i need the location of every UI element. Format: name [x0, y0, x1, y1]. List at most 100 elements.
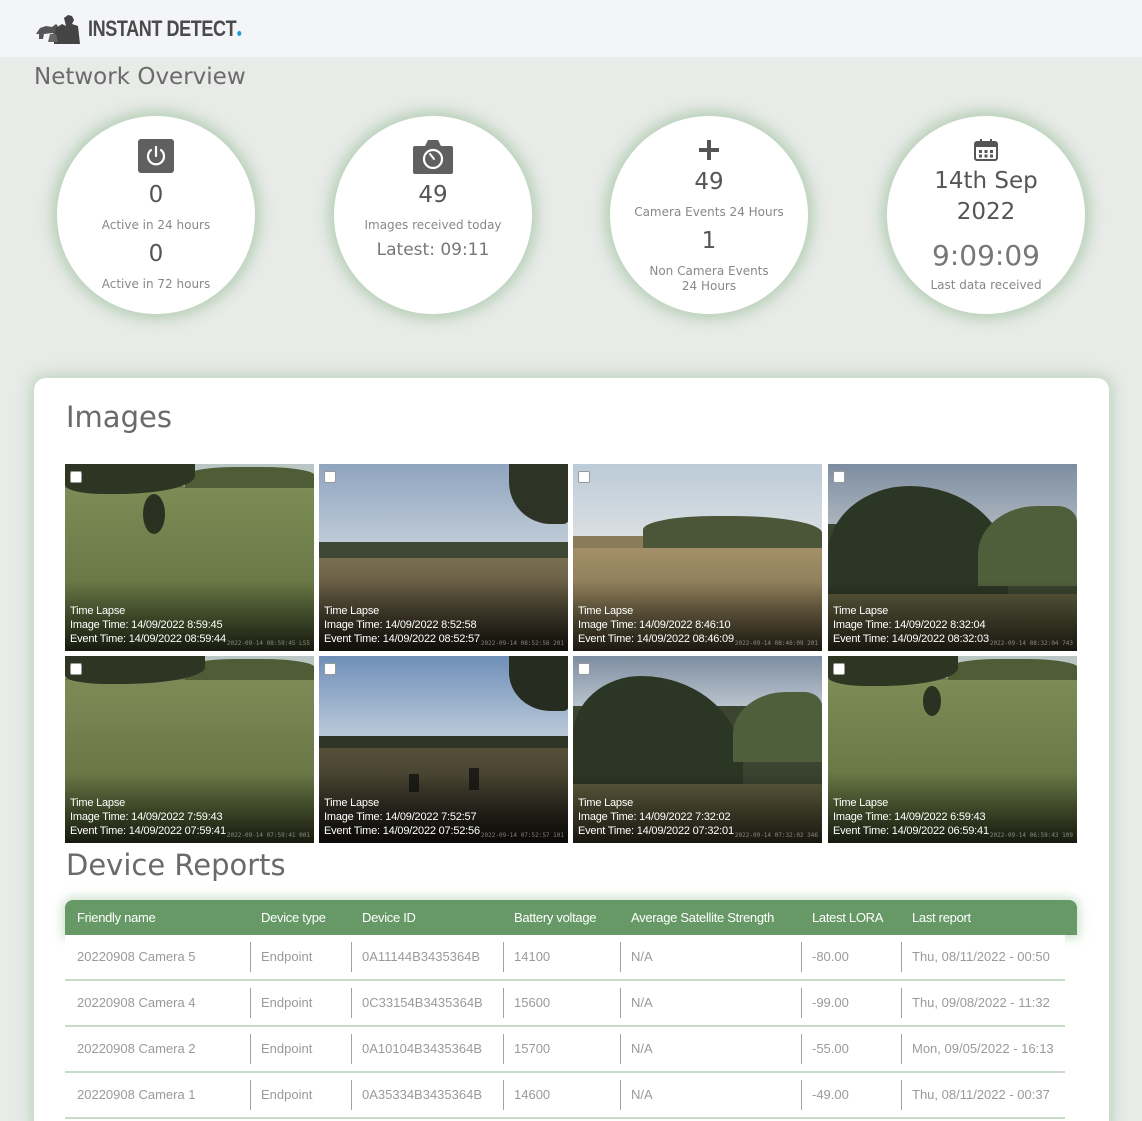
- camera-events-label: Camera Events 24 Hours: [634, 205, 784, 219]
- cell-friendly-name: 20220908 Camera 5: [77, 949, 196, 964]
- image-caption: Time Lapse Image Time: 14/09/2022 8:59:4…: [70, 604, 226, 646]
- image-select-checkbox[interactable]: [70, 663, 82, 675]
- images-heading: Images: [66, 400, 172, 434]
- cell-battery: 15700: [503, 1034, 620, 1064]
- logo-dot: [237, 31, 242, 36]
- logo[interactable]: INSTANT DETECT: [34, 12, 275, 46]
- image-type: Time Lapse: [833, 797, 889, 809]
- image-caption: Time Lapse Image Time: 14/09/2022 7:59:4…: [70, 796, 226, 838]
- cell-satellite: N/A: [620, 1034, 801, 1064]
- device-reports-heading: Device Reports: [66, 848, 286, 882]
- col-last-report[interactable]: Last report: [912, 910, 971, 925]
- image-caption: Time Lapse Image Time: 14/09/2022 6:59:4…: [833, 796, 989, 838]
- image-stamp: 2022-09-14 08:32:04 743: [989, 640, 1073, 647]
- image-select-checkbox[interactable]: [324, 663, 336, 675]
- image-type: Time Lapse: [70, 797, 126, 809]
- image-stamp: 2022-09-14 08:59:45 L55: [226, 640, 310, 647]
- image-select-checkbox[interactable]: [70, 471, 82, 483]
- col-friendly-name[interactable]: Friendly name: [65, 910, 261, 925]
- image-type: Time Lapse: [70, 605, 126, 617]
- cell-battery: 14600: [503, 1080, 620, 1110]
- image-time: Image Time: 14/09/2022 7:32:02: [578, 811, 731, 823]
- event-time: Event Time: 14/09/2022 06:59:41: [833, 825, 989, 837]
- image-card[interactable]: Time Lapse Image Time: 14/09/2022 8:32:0…: [828, 464, 1077, 651]
- col-device-type[interactable]: Device type: [261, 910, 362, 925]
- calendar-icon: [974, 139, 998, 161]
- event-time: Event Time: 14/09/2022 08:32:03: [833, 633, 989, 645]
- image-stamp: 2022-09-14 07:59:41 001: [226, 832, 310, 839]
- cell-last-report: Thu, 08/11/2022 - 00:50: [901, 942, 1050, 972]
- image-card[interactable]: Time Lapse Image Time: 14/09/2022 8:52:5…: [319, 464, 568, 651]
- cell-lora: -49.00: [801, 1080, 901, 1110]
- cell-friendly-name: 20220908 Camera 1: [77, 1087, 196, 1102]
- table-row[interactable]: 20220908 Camera 5 Endpoint 0A11144B34353…: [65, 935, 1065, 981]
- image-stamp: 2022-09-14 07:52:57 101: [480, 832, 564, 839]
- image-stamp: 2022-09-14 06:59:43 109: [989, 832, 1073, 839]
- table-row[interactable]: 20220908 Camera 2 Endpoint 0A10104B34353…: [65, 1027, 1065, 1073]
- image-caption: Time Lapse Image Time: 14/09/2022 7:32:0…: [578, 796, 734, 838]
- active-24-value: 0: [148, 182, 164, 208]
- image-type: Time Lapse: [833, 605, 889, 617]
- image-time: Image Time: 14/09/2022 8:46:10: [578, 619, 731, 631]
- image-caption: Time Lapse Image Time: 14/09/2022 8:32:0…: [833, 604, 989, 646]
- image-time: Image Time: 14/09/2022 6:59:43: [833, 811, 986, 823]
- cell-device-type: Endpoint: [250, 942, 351, 972]
- event-time: Event Time: 14/09/2022 07:59:41: [70, 825, 226, 837]
- last-data-label: Last data received: [930, 278, 1042, 292]
- image-time: Image Time: 14/09/2022 7:59:43: [70, 811, 223, 823]
- cell-device-id: 0A35334B3435364B: [351, 1080, 503, 1110]
- image-card[interactable]: Time Lapse Image Time: 14/09/2022 7:52:5…: [319, 656, 568, 843]
- device-reports-table: Friendly name Device type Device ID Batt…: [65, 900, 1077, 1119]
- image-select-checkbox[interactable]: [833, 663, 845, 675]
- image-select-checkbox[interactable]: [833, 471, 845, 483]
- images-label: Images received today: [364, 218, 502, 232]
- image-time: Image Time: 14/09/2022 8:52:58: [324, 619, 477, 631]
- cell-device-type: Endpoint: [250, 1080, 351, 1110]
- image-card[interactable]: Time Lapse Image Time: 14/09/2022 8:46:1…: [573, 464, 822, 651]
- last-time: 9:09:09: [932, 239, 1040, 272]
- col-satellite-strength[interactable]: Average Satellite Strength: [631, 910, 812, 925]
- active-72-value: 0: [148, 241, 164, 267]
- image-card[interactable]: Time Lapse Image Time: 14/09/2022 7:59:4…: [65, 656, 314, 843]
- images-latest: Latest: 09:11: [376, 240, 490, 260]
- table-header: Friendly name Device type Device ID Batt…: [65, 900, 1077, 935]
- event-time: Event Time: 14/09/2022 08:46:09: [578, 633, 734, 645]
- image-stamp: 2022-09-14 08:52:58 201: [480, 640, 564, 647]
- image-caption: Time Lapse Image Time: 14/09/2022 7:52:5…: [324, 796, 480, 838]
- image-stamp: 2022-09-14 07:32:02 346: [734, 832, 818, 839]
- stat-images-today: 49 Images received today Latest: 09:11: [334, 116, 532, 314]
- image-select-checkbox[interactable]: [578, 663, 590, 675]
- content-panel: Images Time Lapse Image Time: 14/09/2022…: [34, 378, 1109, 1121]
- image-card[interactable]: Time Lapse Image Time: 14/09/2022 6:59:4…: [828, 656, 1077, 843]
- cell-lora: -55.00: [801, 1034, 901, 1064]
- image-type: Time Lapse: [578, 797, 634, 809]
- image-card[interactable]: Time Lapse Image Time: 14/09/2022 7:32:0…: [573, 656, 822, 843]
- last-date-line1: 14th Sep: [934, 168, 1038, 194]
- cell-battery: 14100: [503, 942, 620, 972]
- cell-device-id: 0C33154B3435364B: [351, 988, 503, 1018]
- image-caption: Time Lapse Image Time: 14/09/2022 8:46:1…: [578, 604, 734, 646]
- power-icon: [138, 139, 174, 173]
- col-latest-lora[interactable]: Latest LORA: [812, 910, 912, 925]
- image-time: Image Time: 14/09/2022 7:52:57: [324, 811, 477, 823]
- cell-friendly-name: 20220908 Camera 4: [77, 995, 196, 1010]
- table-row[interactable]: 20220908 Camera 1 Endpoint 0A35334B34353…: [65, 1073, 1065, 1119]
- cell-last-report: Thu, 09/08/2022 - 11:32: [901, 988, 1050, 1018]
- cell-device-type: Endpoint: [250, 1034, 351, 1064]
- image-type: Time Lapse: [324, 797, 380, 809]
- last-date-line2: 2022: [956, 199, 1016, 225]
- event-time: Event Time: 14/09/2022 07:32:01: [578, 825, 734, 837]
- table-row[interactable]: 20220908 Camera 4 Endpoint 0C33154B34353…: [65, 981, 1065, 1027]
- image-caption: Time Lapse Image Time: 14/09/2022 8:52:5…: [324, 604, 480, 646]
- col-device-id[interactable]: Device ID: [362, 910, 514, 925]
- cell-lora: -99.00: [801, 988, 901, 1018]
- cell-device-type: Endpoint: [250, 988, 351, 1018]
- image-select-checkbox[interactable]: [324, 471, 336, 483]
- camera-events-value: 49: [694, 169, 724, 195]
- col-battery-voltage[interactable]: Battery voltage: [514, 910, 631, 925]
- image-select-checkbox[interactable]: [578, 471, 590, 483]
- image-card[interactable]: Time Lapse Image Time: 14/09/2022 8:59:4…: [65, 464, 314, 651]
- image-stamp: 2022-09-14 08:46:09 201: [734, 640, 818, 647]
- stat-active-devices: 0 Active in 24 hours 0 Active in 72 hour…: [57, 116, 255, 314]
- image-time: Image Time: 14/09/2022 8:59:45: [70, 619, 223, 631]
